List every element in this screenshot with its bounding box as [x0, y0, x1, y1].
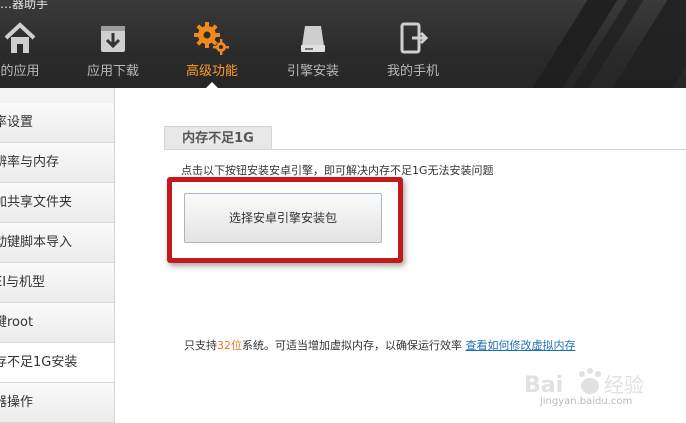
- sidebar-item-resolution-memory[interactable]: 辨率与内存: [0, 143, 114, 183]
- tab-label: 引擎安装: [286, 64, 339, 79]
- sidebar-item-imei-model[interactable]: EI与机型: [0, 263, 114, 303]
- note-bits: 32位: [217, 339, 242, 352]
- select-engine-package-button[interactable]: 选择安卓引擎安装包: [184, 193, 382, 243]
- baidu-watermark-logo: Bai 经验: [524, 368, 644, 398]
- sidebar-item-label: 辨率与内存: [0, 155, 60, 170]
- section-divider: [164, 149, 686, 150]
- tab-label: 应用下载: [86, 64, 139, 79]
- sidebar-item-label: 器操作: [0, 395, 34, 410]
- tab-my-apps[interactable]: 的应用: [0, 20, 50, 88]
- sidebar-item-label: 加共享文件夹: [0, 195, 73, 210]
- tab-label: 高级功能: [185, 64, 238, 79]
- tab-advanced[interactable]: 高级功能: [180, 20, 244, 88]
- tab-engine-install[interactable]: 引擎安装: [282, 20, 344, 88]
- section-title: 内存不足1G: [164, 126, 272, 150]
- drive-icon: [301, 26, 325, 52]
- sidebar-item-label: EI与机型: [0, 275, 46, 290]
- sidebar-item-label: 动键脚本导入: [0, 235, 73, 250]
- gears-icon: [194, 22, 229, 55]
- home-icon: [4, 22, 36, 53]
- virtual-memory-help-link[interactable]: 查看如何修改虚拟内存: [466, 339, 576, 352]
- svg-text:Bai: Bai: [524, 373, 563, 398]
- note-suffix: 系统。可适当增加虚拟内存，以确保运行效率: [242, 339, 462, 352]
- sidebar-item-script-import[interactable]: 动键脚本导入: [0, 223, 114, 263]
- support-note: 只支持32位系统。可适当增加虚拟内存，以确保运行效率 查看如何修改虚拟内存: [184, 337, 576, 353]
- top-toolbar: …器助手 的应用 应用下载 高级功能 引擎安装 我的手机: [0, 0, 686, 88]
- watermark-url: jingyan.baidu.com: [540, 396, 633, 407]
- svg-text:经验: 经验: [604, 373, 644, 397]
- hint-text: 点击以下按钮安装安卓引擎，即可解决内存不足1G无法安装问题: [181, 164, 494, 177]
- tab-my-phone[interactable]: 我的手机: [382, 20, 444, 88]
- sidebar-item-root[interactable]: 键root: [0, 303, 114, 343]
- phone-export-icon: [400, 22, 429, 54]
- sidebar-item-low-memory-install[interactable]: 存不足1G安装: [0, 343, 114, 383]
- sidebar: 率设置 辨率与内存 加共享文件夹 动键脚本导入 EI与机型 键root 存不足1…: [0, 88, 115, 423]
- tab-app-download[interactable]: 应用下载: [82, 20, 144, 88]
- tab-label: 我的手机: [386, 64, 439, 79]
- sidebar-item-shared-folder[interactable]: 加共享文件夹: [0, 183, 114, 223]
- sidebar-item-settings[interactable]: 率设置: [0, 103, 114, 143]
- active-tab-indicator: [206, 82, 218, 88]
- app-title: …器助手: [0, 0, 49, 11]
- sidebar-item-label: 存不足1G安装: [0, 355, 78, 370]
- download-box-icon: [101, 26, 125, 52]
- note-prefix: 只支持: [184, 339, 217, 352]
- sidebar-item-label: 键root: [0, 315, 34, 330]
- sidebar-item-emulator-operations[interactable]: 器操作: [0, 383, 114, 423]
- tab-label: 的应用: [0, 64, 40, 79]
- sidebar-item-label: 率设置: [0, 115, 34, 130]
